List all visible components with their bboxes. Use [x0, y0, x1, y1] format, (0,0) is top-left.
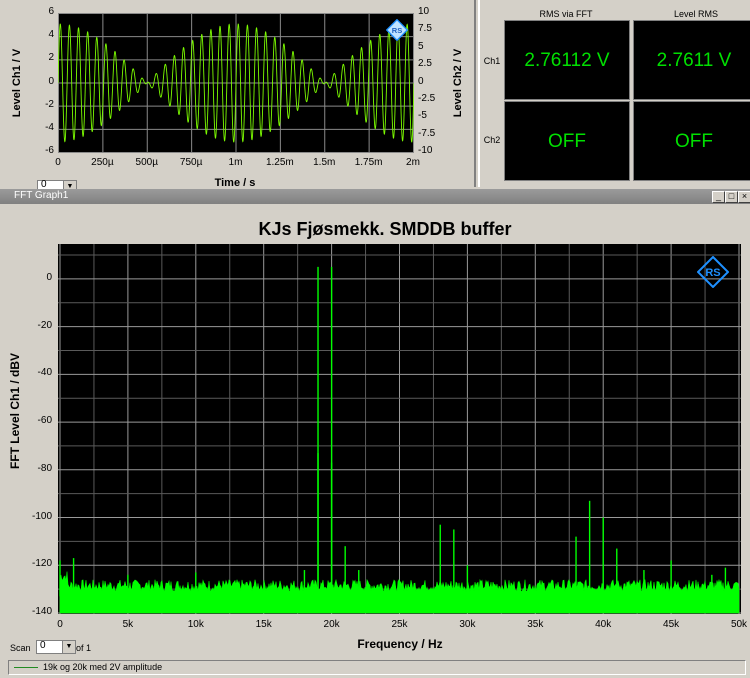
- fft-x-tick: 40k: [595, 619, 612, 630]
- time-y-right-tick: -2.5: [418, 92, 436, 104]
- close-button[interactable]: ×: [738, 191, 750, 203]
- fft-x-tick: 15k: [255, 619, 272, 630]
- meter-ch2-rms: OFF: [633, 101, 750, 181]
- time-y-right-tick: 5: [418, 40, 424, 52]
- fft-graph-title: KJs Fjøsmekk. SMDDB buffer: [258, 219, 512, 239]
- meters-panel: RMS via FFT Level RMS Ch1 Ch2 2.76112 V …: [478, 0, 750, 187]
- legend-text: 19k og 20k med 2V amplitude: [43, 662, 163, 672]
- fft-of-label: of 1: [76, 643, 92, 653]
- fft-x-tick: 10k: [187, 619, 204, 630]
- minimize-button[interactable]: _: [712, 191, 725, 203]
- time-y-left-tick: -2: [45, 98, 54, 110]
- fft-x-tick: 50k: [730, 619, 748, 630]
- time-y-left-tick: 0: [48, 75, 54, 87]
- row-label-ch2: Ch2: [483, 135, 501, 145]
- time-y-left-tick: 2: [48, 52, 54, 64]
- fft-x-tick: 0: [57, 619, 63, 630]
- meter-header-rms: Level RMS: [673, 9, 718, 19]
- time-y-left-label: Level Ch1 / V: [11, 48, 23, 118]
- fft-plot-area: [58, 244, 741, 614]
- time-y-right-tick: -10: [418, 145, 433, 156]
- legend-line-swatch: [14, 667, 38, 668]
- time-y-left-tick: -6: [45, 145, 54, 156]
- rs-logo-icon-small: RS: [386, 19, 408, 41]
- time-x-tick: 500µ: [135, 157, 158, 168]
- time-x-tick: 2m: [406, 157, 420, 168]
- row-label-ch1: Ch1: [483, 56, 501, 66]
- fft-x-tick: 45k: [663, 619, 680, 630]
- fft-scan-label: Scan: [10, 643, 31, 653]
- fft-y-tick: -140: [31, 606, 52, 617]
- svg-text:RS: RS: [705, 267, 720, 279]
- fft-y-tick: -20: [37, 319, 52, 331]
- fft-x-tick: 25k: [391, 619, 408, 630]
- fft-y-tick: -120: [31, 558, 52, 570]
- fft-x-label: Frequency / Hz: [357, 637, 443, 651]
- fft-window-titlebar[interactable]: FFT Graph1 _ □ ×: [0, 189, 750, 204]
- maximize-button[interactable]: □: [725, 191, 738, 203]
- time-x-tick: 0: [55, 157, 61, 168]
- time-y-right-tick: 10: [418, 6, 430, 17]
- rs-logo-icon: RS: [697, 256, 729, 288]
- legend-bar: 19k og 20k med 2V amplitude: [8, 660, 746, 675]
- fft-x-tick: 20k: [323, 619, 340, 630]
- time-graph-plot: [57, 13, 415, 153]
- fft-y-label: FFT Level Ch1 / dBV: [8, 353, 22, 470]
- time-x-tick: 1.75m: [354, 157, 383, 168]
- time-x-tick: 1m: [228, 157, 243, 168]
- time-x-tick: 1.25m: [265, 157, 294, 168]
- fft-x-tick: 5k: [122, 619, 134, 630]
- fft-y-tick: -100: [31, 510, 52, 522]
- time-y-left-tick: 6: [48, 6, 54, 17]
- time-x-tick: 1.5m: [313, 157, 336, 168]
- chevron-down-icon[interactable]: ▼: [62, 641, 75, 653]
- meter-header-fft: RMS via FFT: [539, 9, 593, 19]
- meter-ch1-rms: 2.7611 V: [633, 20, 750, 100]
- fft-window-title: FFT Graph1: [14, 190, 69, 201]
- time-y-right-tick: 0: [418, 75, 424, 87]
- time-y-right-tick: -5: [418, 110, 427, 122]
- time-y-left-tick: 4: [48, 29, 54, 41]
- fft-x-tick: 30k: [459, 619, 476, 630]
- time-x-tick: 250µ: [91, 157, 114, 168]
- svg-text:RS: RS: [392, 26, 402, 35]
- meter-ch2-fft: OFF: [504, 101, 630, 181]
- meter-ch1-fft: 2.76112 V: [504, 20, 630, 100]
- time-x-label: Time / s: [214, 177, 256, 189]
- fft-y-tick: 0: [46, 271, 52, 283]
- time-y-right-tick: 7.5: [418, 23, 432, 35]
- time-y-right-label: Level Ch2 / V: [452, 48, 464, 118]
- time-y-right-tick: 2.5: [418, 58, 432, 70]
- time-y-right-tick: -7.5: [418, 127, 436, 139]
- time-y-left-tick: -4: [45, 121, 54, 133]
- fft-x-tick: 35k: [527, 619, 544, 630]
- fft-chart: [58, 244, 741, 614]
- time-x-tick: 750µ: [179, 157, 203, 168]
- time-waveform: [57, 13, 415, 153]
- fft-scan-select[interactable]: 0 ▼: [36, 640, 76, 654]
